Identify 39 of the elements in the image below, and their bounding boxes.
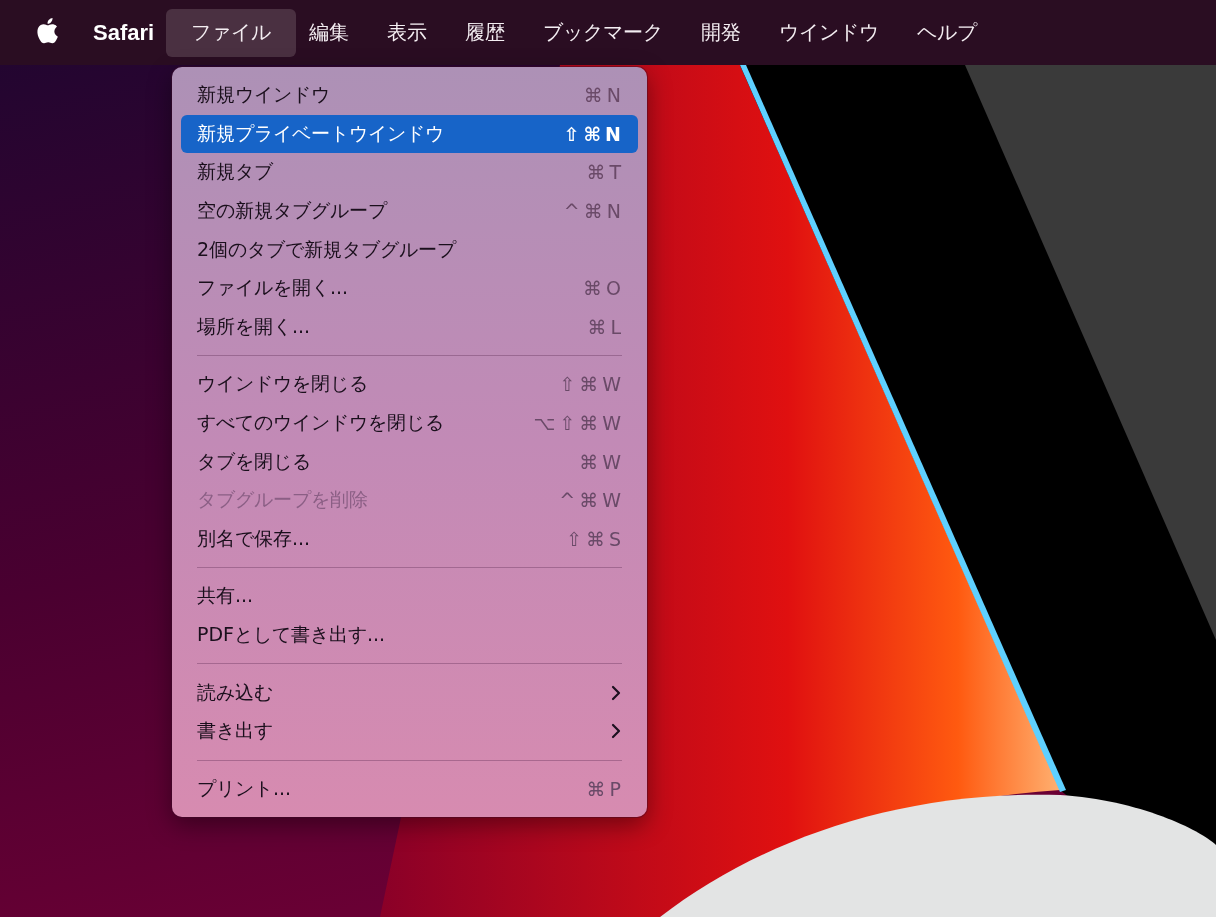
keyboard-shortcut: ^⌘W	[559, 489, 625, 512]
menu-item[interactable]: 場所を開く... ⌘L	[181, 307, 638, 347]
menu-item[interactable]: 空の新規タブグループ ^⌘N	[181, 191, 638, 231]
menu-item[interactable]: プリント... ⌘P	[181, 769, 638, 809]
keyboard-shortcut: ⌘N	[583, 84, 625, 107]
menu-item[interactable]: タブを閉じる ⌘W	[181, 442, 638, 481]
keyboard-shortcut: ⌘T	[586, 161, 625, 184]
keyboard-shortcut: ⇧⌘S	[566, 527, 625, 550]
menu-item[interactable]: ファイルを開く... ⌘O	[181, 268, 638, 308]
menu-bar-item[interactable]: ブックマーク	[524, 8, 683, 57]
menu-bar-item[interactable]: 開発	[682, 8, 761, 57]
chevron-right-icon	[611, 723, 621, 740]
chevron-right-icon	[611, 684, 621, 701]
keyboard-shortcut: ⌥⇧⌘W	[533, 412, 625, 435]
menu-bar-item[interactable]: 履歴	[446, 8, 525, 57]
menu-item[interactable]: 新規タブ ⌘T	[181, 153, 638, 192]
menu-item[interactable]: ウインドウを閉じる ⇧⌘W	[181, 365, 638, 404]
menu-bar-item[interactable]: ヘルプ	[898, 8, 997, 57]
menu-item[interactable]: 2個のタブで新規タブグループ	[181, 230, 638, 269]
menu-bar-item[interactable]: ファイル	[166, 8, 297, 57]
menu-bar-item[interactable]: ウインドウ	[760, 8, 899, 57]
keyboard-shortcut: ⇧⌘N	[563, 122, 625, 145]
menu-item[interactable]: すべてのウインドウを閉じる ⌥⇧⌘W	[181, 403, 638, 443]
menu-bar-item[interactable]: 表示	[368, 8, 447, 57]
app-name[interactable]: Safari	[93, 19, 155, 46]
menu-item[interactable]: 新規プライベートウインドウ ⇧⌘N	[181, 114, 638, 154]
apple-logo-icon[interactable]	[34, 16, 59, 45]
menu-item[interactable]: 共有...	[181, 577, 638, 616]
menu-item[interactable]: 書き出す	[181, 711, 638, 751]
menu-item[interactable]: 読み込む	[181, 673, 638, 712]
keyboard-shortcut: ^⌘N	[563, 200, 625, 223]
menu-item[interactable]: PDFとして書き出す...	[181, 615, 638, 655]
keyboard-shortcut: ⌘O	[583, 277, 625, 300]
menu-item[interactable]: 別名で保存... ⇧⌘S	[181, 519, 638, 559]
menu-item[interactable]: 新規ウインドウ ⌘N	[181, 76, 638, 115]
keyboard-shortcut: ⌘L	[587, 315, 625, 338]
keyboard-shortcut: ⌘P	[586, 777, 625, 800]
keyboard-shortcut: ⇧⌘W	[559, 373, 625, 396]
keyboard-shortcut: ⌘W	[579, 450, 625, 473]
